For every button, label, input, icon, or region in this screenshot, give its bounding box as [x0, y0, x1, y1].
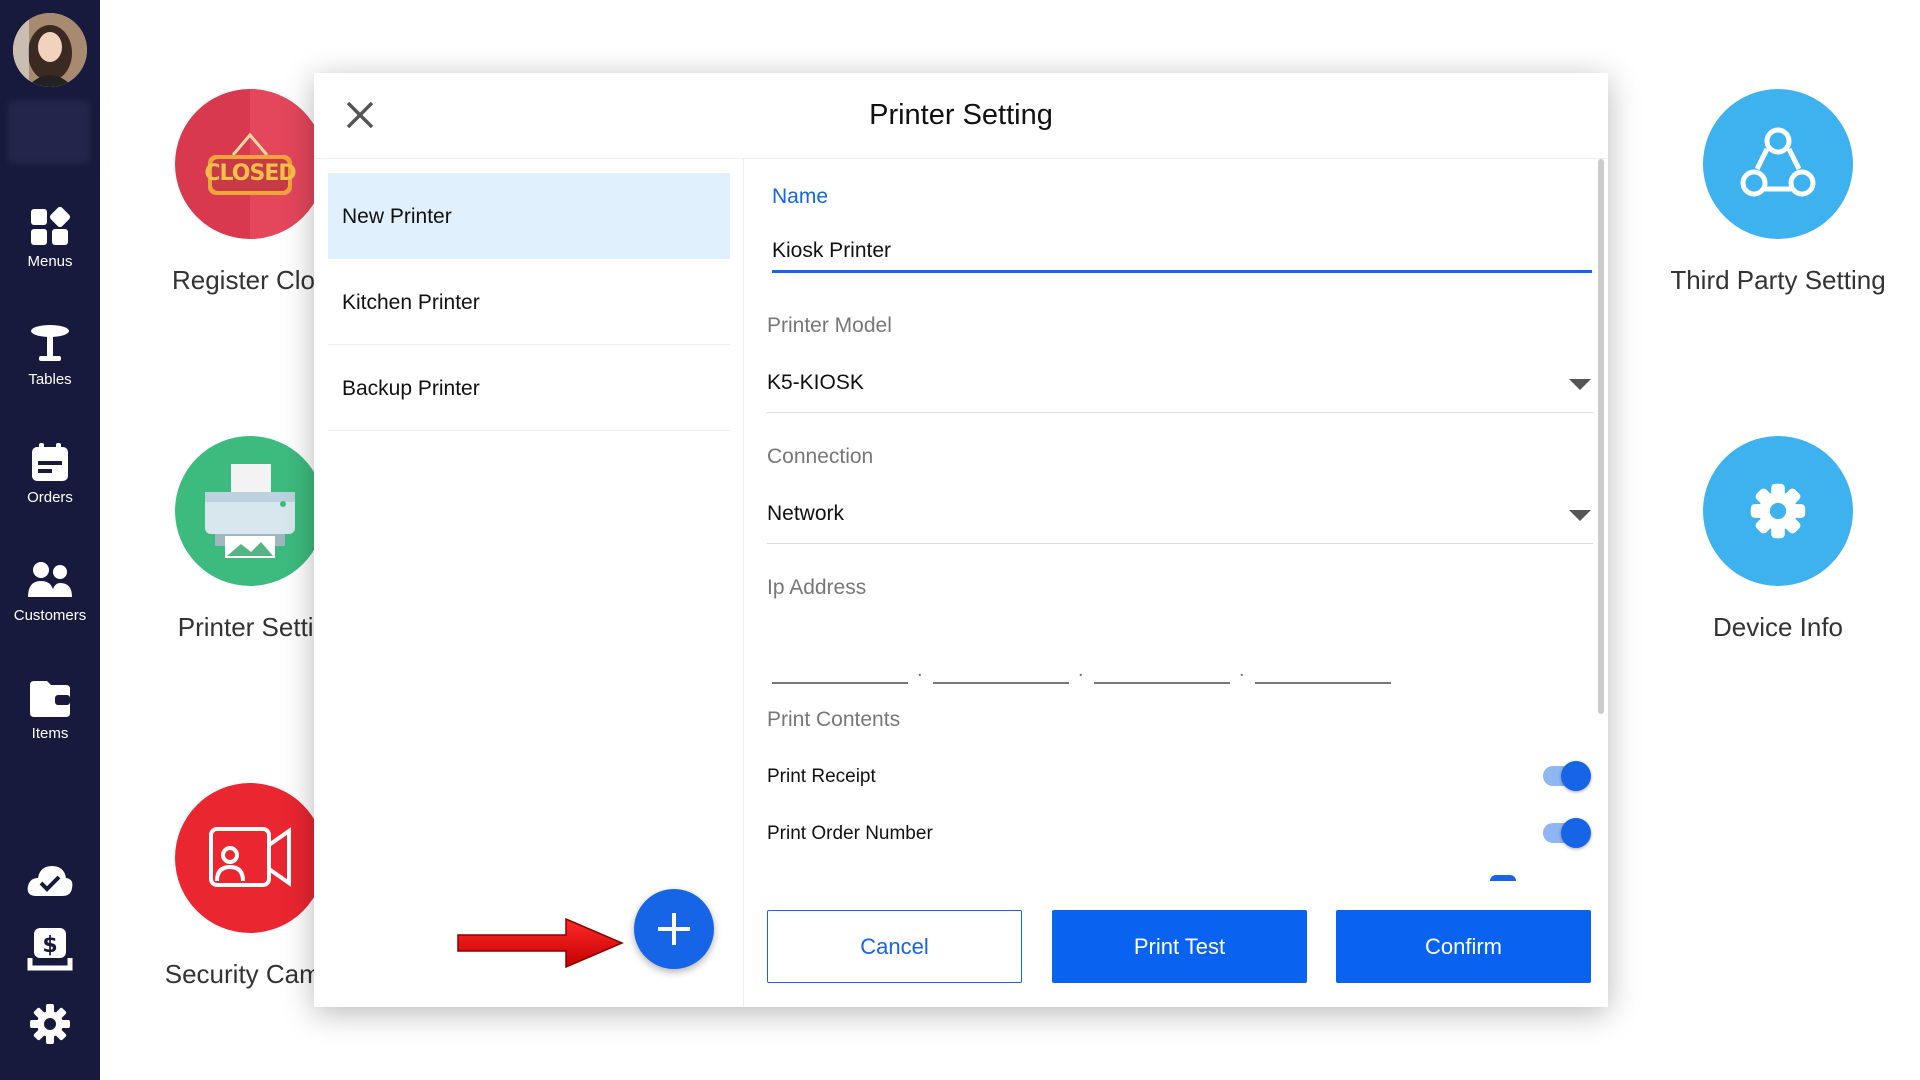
form-scrollbar[interactable] — [1598, 159, 1604, 714]
sidebar-item-tables[interactable]: Tables — [0, 323, 100, 388]
plus-icon — [658, 913, 690, 945]
printer-list-item-backup[interactable]: Backup Printer — [328, 345, 730, 431]
avatar[interactable] — [13, 13, 87, 87]
print-contents-label: Print Contents — [767, 708, 901, 731]
sidebar-item-customers[interactable]: Customers — [0, 559, 100, 624]
printer-form: Name Printer Model K5-KIOSK Connection N… — [745, 159, 1608, 889]
printer-icon — [175, 436, 325, 586]
sidebar-item-menus[interactable]: Menus — [0, 205, 100, 270]
sidebar-item-label: Tables — [28, 371, 72, 388]
print-order-number-row: Print Order Number — [767, 817, 1593, 857]
dialog-header: Printer Setting — [314, 73, 1608, 159]
connection-value: Network — [767, 502, 845, 525]
print-test-button[interactable]: Print Test — [1052, 910, 1307, 983]
name-input[interactable] — [772, 231, 1592, 273]
device-gear-icon — [1703, 436, 1853, 586]
connection-select[interactable]: Network — [767, 494, 1593, 544]
table-icon — [31, 325, 69, 361]
tile-device-info[interactable]: Device Info — [1628, 436, 1920, 643]
toggle-label: Print Receipt — [767, 766, 876, 787]
printer-list-label: Kitchen Printer — [342, 291, 480, 314]
ip-segment-2[interactable] — [933, 654, 1069, 684]
confirm-button[interactable]: Confirm — [1336, 910, 1591, 983]
printer-list-item-new[interactable]: New Printer — [328, 173, 730, 259]
printer-list-label: Backup Printer — [342, 377, 480, 400]
chevron-down-icon — [1569, 379, 1591, 390]
dialog-title: Printer Setting — [869, 99, 1053, 131]
printer-list-item-kitchen[interactable]: Kitchen Printer — [328, 259, 730, 345]
sidebar-item-label: Items — [31, 725, 69, 742]
chevron-down-icon — [1569, 510, 1591, 521]
print-receipt-row: Print Receipt — [767, 760, 1593, 800]
sidebar: Menus Tables Orders Customers Items $ — [0, 0, 100, 1080]
cancel-button[interactable]: Cancel — [767, 910, 1022, 983]
tile-label: Third Party Setting — [1670, 265, 1886, 295]
ip-segment-4[interactable] — [1255, 654, 1391, 684]
print-order-number-toggle[interactable] — [1543, 818, 1591, 848]
printer-model-value: K5-KIOSK — [767, 371, 864, 394]
red-arrow-icon — [457, 917, 624, 969]
printer-model-label: Printer Model — [767, 314, 892, 337]
orders-icon — [32, 443, 68, 481]
toggle-label: Print Order Number — [767, 823, 933, 844]
toggle-knob — [1561, 818, 1591, 848]
grid-icon — [31, 206, 71, 245]
ip-dot: . — [1239, 659, 1245, 681]
clipped-toggle-knob — [1490, 875, 1516, 881]
sidebar-item-label: Orders — [27, 489, 73, 506]
tile-third-party-setting[interactable]: Third Party Setting — [1628, 89, 1920, 296]
ip-dot: . — [1078, 659, 1084, 681]
printer-list: New Printer Kitchen Printer Backup Print… — [314, 159, 744, 1007]
closed-badge: CLOSED — [204, 161, 296, 186]
cloud-check-icon[interactable] — [26, 860, 74, 904]
sidebar-item-label: Customers — [13, 607, 87, 624]
customers-icon — [28, 562, 72, 597]
connection-label: Connection — [767, 445, 874, 468]
tile-label: Device Info — [1712, 612, 1844, 642]
ip-address-label: Ip Address — [767, 576, 867, 599]
add-printer-button[interactable] — [634, 889, 714, 969]
security-camera-icon — [175, 783, 325, 933]
sidebar-blurred-logo — [8, 100, 90, 164]
ip-segment-3[interactable] — [1094, 654, 1230, 684]
ip-segment-1[interactable] — [772, 654, 908, 684]
printer-model-select[interactable]: K5-KIOSK — [767, 363, 1593, 413]
sidebar-item-label: Menus — [27, 253, 73, 270]
register-closed-icon: CLOSED — [175, 89, 325, 239]
name-label: Name — [772, 185, 829, 208]
sidebar-item-items[interactable]: Items — [0, 677, 100, 742]
printer-setting-dialog: Printer Setting New Printer Kitchen Prin… — [314, 73, 1608, 1007]
print-receipt-toggle[interactable] — [1543, 761, 1591, 791]
printer-list-label: New Printer — [342, 205, 452, 228]
third-party-icon — [1703, 89, 1853, 239]
svg-text:$: $ — [42, 933, 57, 958]
cash-icon[interactable]: $ — [26, 928, 74, 972]
wallet-icon — [30, 681, 70, 717]
ip-dot: . — [917, 659, 923, 681]
gear-icon[interactable] — [26, 1002, 74, 1046]
sidebar-item-orders[interactable]: Orders — [0, 441, 100, 506]
toggle-knob — [1561, 761, 1591, 791]
